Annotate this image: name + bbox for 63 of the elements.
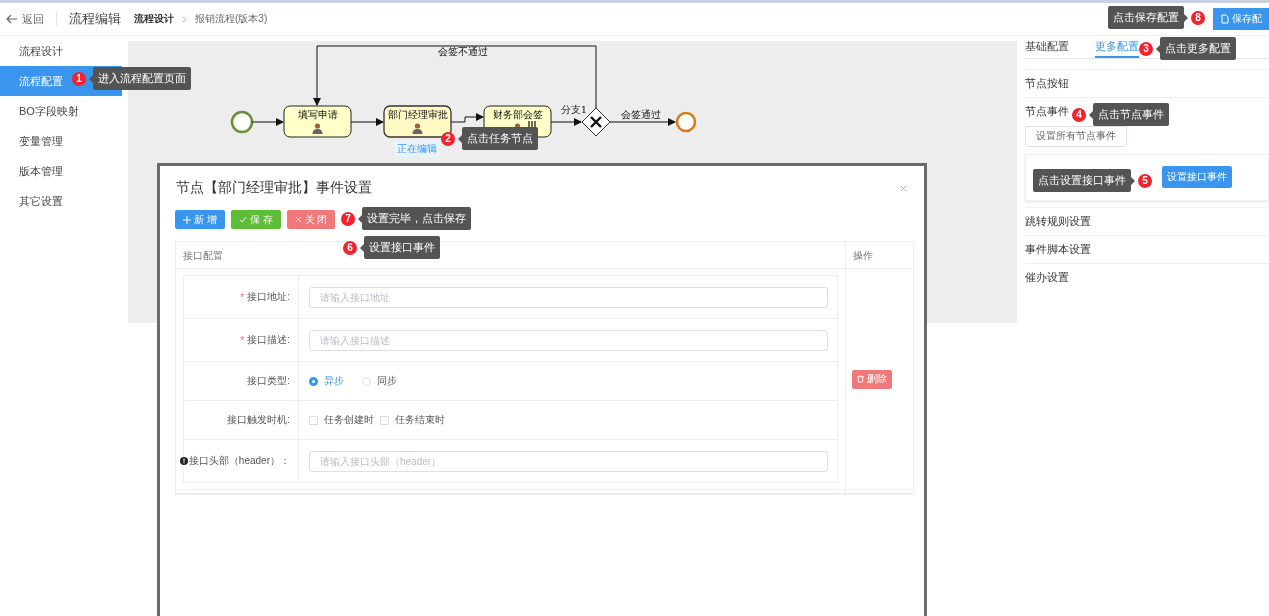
- field-label: * 接口描述:: [240, 333, 290, 347]
- multi-instance-icon: [528, 120, 536, 129]
- close-icon: [294, 216, 302, 223]
- flow-arrow: [450, 113, 484, 123]
- step-badge: 5: [1138, 173, 1152, 188]
- checkbox[interactable]: [380, 415, 389, 425]
- back-arrow-icon: [6, 14, 18, 24]
- input-field[interactable]: 请输入接口描述: [309, 329, 828, 351]
- chevron-icon: [182, 15, 187, 23]
- step-badge: 4: [1072, 107, 1086, 122]
- field-label: 接口类型:: [247, 374, 290, 388]
- task-label: 财务部会签: [492, 109, 543, 120]
- task-label: 填写申请: [297, 109, 338, 120]
- task-label: 部门经理审批: [387, 109, 448, 120]
- task-node[interactable]: [283, 105, 352, 138]
- breadcrumb-item[interactable]: 流程设计: [134, 12, 174, 26]
- breadcrumb-item: 报销流程(版本3): [195, 12, 268, 26]
- section-header[interactable]: 事件脚本设置: [1025, 242, 1091, 255]
- input-field[interactable]: 请输入接口头部（header）: [309, 450, 828, 472]
- field-label: * 接口地址:: [240, 290, 290, 304]
- flow-arrow: [251, 118, 284, 126]
- sidebar-item[interactable]: 流程设计: [0, 36, 122, 66]
- section-header[interactable]: 节点事件: [1025, 105, 1069, 117]
- section-header[interactable]: 节点按钮: [1025, 77, 1069, 89]
- sidebar-item[interactable]: 变量管理: [0, 126, 122, 156]
- back-link[interactable]: 返回: [6, 11, 44, 27]
- flow-arrow: [609, 118, 676, 126]
- trash-icon: [857, 375, 864, 383]
- check-icon: [238, 215, 247, 224]
- exclusive-gateway[interactable]: [581, 107, 611, 137]
- column-header: 操作: [846, 242, 912, 269]
- config-tab[interactable]: 基础配置: [1025, 36, 1069, 58]
- info-icon: [179, 457, 188, 465]
- sidebar-item[interactable]: 版本管理: [0, 156, 122, 186]
- end-event-circle[interactable]: [675, 111, 697, 133]
- person-icon: [412, 123, 423, 134]
- document-icon: [1221, 14, 1229, 24]
- flow-label: 会签通过: [621, 109, 661, 120]
- section-header[interactable]: 跳转规则设置: [1025, 214, 1091, 227]
- flow-arrow: [349, 118, 384, 126]
- person-icon: [312, 123, 323, 134]
- radio-button[interactable]: [309, 376, 318, 386]
- page-title: 流程编辑: [69, 10, 121, 28]
- sidebar-item[interactable]: 其它设置: [0, 186, 122, 216]
- step-badge: 8: [1191, 10, 1205, 25]
- radio-option[interactable]: 同步: [362, 374, 397, 388]
- start-event-circle[interactable]: [230, 110, 254, 134]
- dialog-title: 节点【部门经理审批】事件设置: [176, 179, 372, 197]
- flow-label: 会签不通过: [438, 46, 488, 57]
- checkbox[interactable]: [309, 415, 318, 425]
- flow-label: 分支1: [560, 104, 588, 115]
- flow-arrow: [550, 118, 582, 126]
- editing-tag: 正在编辑: [394, 141, 440, 157]
- step-badge: 3: [1139, 41, 1153, 56]
- plus-icon: [183, 215, 191, 224]
- checkbox-option[interactable]: 任务创建时: [309, 413, 374, 427]
- field-label: 接口头部（header）：: [179, 454, 290, 468]
- checkbox-option[interactable]: 任务结束时: [380, 413, 445, 427]
- sidebar-item[interactable]: BO字段映射: [0, 96, 122, 126]
- section-header[interactable]: 催办设置: [1025, 270, 1069, 283]
- close-icon[interactable]: [900, 184, 907, 192]
- all-events-button[interactable]: 设置所有节点事件: [1025, 125, 1127, 147]
- field-label: 接口触发时机:: [227, 413, 290, 427]
